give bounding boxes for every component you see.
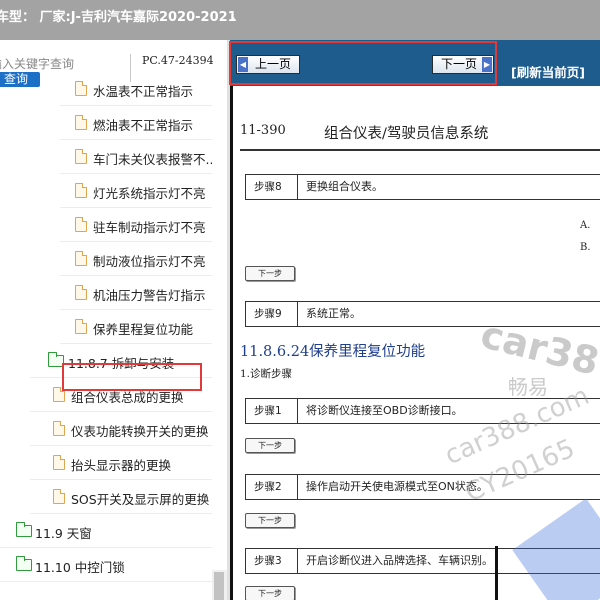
- subsection-title: 11.8.6.24保养里程复位功能: [240, 344, 426, 360]
- page-number: 11-390: [240, 123, 286, 138]
- tree-item-label: 仪表功能转换开关的更换: [71, 424, 209, 439]
- search-input[interactable]: [0, 55, 98, 73]
- vehicle-model-title: 车型： 厂家:J-吉利汽车嘉际2020-2021: [0, 10, 237, 25]
- document-icon: [75, 319, 87, 334]
- document-frame: 11-390 组合仪表/驾驶员信息系统 步骤8 更换组合仪表。 A. B. 下一…: [230, 86, 600, 600]
- page-border-right: [495, 546, 498, 600]
- top-bar-dot: .: [232, 8, 236, 22]
- left-panel: 查询 PC.47-24394 水温表不正常指示 燃油表不正常指示 车门未关仪表报…: [0, 40, 227, 600]
- tree-item-selected[interactable]: 保养里程复位功能: [60, 310, 212, 344]
- step-row: 步骤1 将诊断仪连接至OBD诊断接口。: [245, 398, 600, 424]
- step-number: 步骤8: [246, 175, 298, 199]
- step-row: 步骤9 系统正常。: [245, 301, 600, 327]
- tree-item-label: 机油压力警告灯指示: [93, 288, 206, 303]
- step-number: 步骤3: [246, 549, 298, 573]
- tree-item[interactable]: 水温表不正常指示: [60, 72, 212, 106]
- scroll-thumb[interactable]: [214, 572, 224, 600]
- tree-item-label: 驻车制动指示灯不亮: [93, 220, 206, 235]
- arrow-right-icon: ▶: [482, 57, 492, 72]
- tree-item[interactable]: 燃油表不正常指示: [60, 106, 212, 140]
- next-step-button[interactable]: 下一步: [245, 586, 295, 600]
- tree-item[interactable]: 制动液位指示灯不亮: [60, 242, 212, 276]
- tree-item[interactable]: 车门未关仪表报警不...: [60, 140, 212, 174]
- next-page-button[interactable]: 下一页 ▶: [432, 55, 494, 74]
- folder-icon: [15, 556, 32, 571]
- tree-item[interactable]: 抬头显示器的更换: [30, 446, 212, 480]
- page-border: [230, 86, 233, 600]
- step-row: 步骤2 操作启动开关使电源模式至ON状态。: [245, 474, 600, 500]
- next-page-label: 下一页: [441, 57, 478, 71]
- tree-item-label: SOS开关及显示屏的更换: [71, 492, 210, 507]
- tree-item-label: 抬头显示器的更换: [71, 458, 172, 473]
- step-row: 步骤8 更换组合仪表。: [245, 174, 600, 200]
- refresh-page-link[interactable]: [刷新当前页]: [511, 62, 585, 81]
- tree-folder[interactable]: 11.9 天窗: [0, 514, 212, 548]
- tree-item-label: 制动液位指示灯不亮: [93, 254, 206, 269]
- tree-item-label: 保养里程复位功能: [93, 322, 194, 337]
- tree-item[interactable]: 仪表功能转换开关的更换: [30, 412, 212, 446]
- tree-folder[interactable]: 11.8.7 拆卸与安装: [30, 344, 212, 378]
- top-bar: 车型： 厂家:J-吉利汽车嘉际2020-2021 .: [0, 0, 600, 40]
- step-text: 操作启动开关使电源模式至ON状态。: [306, 480, 488, 493]
- step-text: 系统正常。: [306, 307, 361, 320]
- navigation-tree: 水温表不正常指示 燃油表不正常指示 车门未关仪表报警不... 灯光系统指示灯不亮…: [0, 81, 212, 600]
- next-step-button[interactable]: 下一步: [245, 266, 295, 281]
- watermark-cn: 畅易: [508, 375, 548, 399]
- prev-page-label: 上一页: [255, 57, 292, 71]
- prev-page-button[interactable]: ◀ 上一页: [236, 55, 300, 74]
- document-icon: [53, 387, 65, 402]
- step-row: 步骤3 开启诊断仪进入品牌选择、车辆识别。: [245, 548, 600, 574]
- header-rule: [240, 149, 600, 151]
- tree-folder-label: 11.10 中控门锁: [35, 560, 125, 575]
- step-text: 将诊断仪连接至OBD诊断接口。: [306, 404, 463, 417]
- choice-label: A.: [580, 220, 591, 231]
- document-icon: [75, 285, 87, 300]
- step-number: 步骤1: [246, 399, 298, 423]
- tree-item[interactable]: 灯光系统指示灯不亮: [60, 174, 212, 208]
- section-title: 组合仪表/驾驶员信息系统: [324, 126, 489, 142]
- tree-folder[interactable]: 11.10 中控门锁: [0, 548, 212, 582]
- document-icon: [75, 149, 87, 164]
- diagnostic-steps-heading: 1.诊断步骤: [240, 368, 293, 380]
- tree-item-label: 组合仪表总成的更换: [71, 390, 184, 405]
- document-icon: [75, 251, 87, 266]
- tree-item-label: 燃油表不正常指示: [93, 118, 194, 133]
- folder-icon: [47, 352, 64, 367]
- document-icon: [75, 183, 87, 198]
- document-icon: [75, 81, 87, 96]
- step-number: 步骤9: [246, 302, 298, 326]
- tree-item[interactable]: 组合仪表总成的更换: [30, 378, 212, 412]
- step-text: 更换组合仪表。: [306, 180, 383, 193]
- tree-item[interactable]: SOS开关及显示屏的更换: [30, 480, 212, 514]
- search-button[interactable]: 查询: [0, 72, 40, 87]
- document-icon: [53, 489, 65, 504]
- choice-label: B.: [580, 242, 591, 253]
- folder-icon: [15, 522, 32, 537]
- tree-item[interactable]: 机油压力警告灯指示: [60, 276, 212, 310]
- tree-item[interactable]: 驻车制动指示灯不亮: [60, 208, 212, 242]
- next-step-button[interactable]: 下一步: [245, 438, 295, 453]
- document-icon: [75, 217, 87, 232]
- watermark-domain: car388.com: [440, 380, 594, 472]
- tree-item-label: 车门未关仪表报警不...: [93, 152, 212, 167]
- document-icon: [75, 115, 87, 130]
- document-icon: [53, 421, 65, 436]
- pc-code: PC.47-24394: [142, 54, 214, 67]
- next-step-button[interactable]: 下一步: [245, 513, 295, 528]
- tree-item-label: 灯光系统指示灯不亮: [93, 186, 206, 201]
- step-text: 开启诊断仪进入品牌选择、车辆识别。: [306, 554, 493, 567]
- tree-scrollbar[interactable]: [212, 570, 227, 600]
- tree-folder-label: 11.9 天窗: [35, 526, 92, 541]
- document-icon: [53, 455, 65, 470]
- arrow-left-icon: ◀: [238, 57, 248, 72]
- tree-item-label: 水温表不正常指示: [93, 84, 194, 99]
- step-number: 步骤2: [246, 475, 298, 499]
- tree-folder-label: 11.8.7 拆卸与安装: [68, 356, 175, 371]
- page-nav-bar: ◀ 上一页 下一页 ▶ [刷新当前页]: [230, 40, 600, 86]
